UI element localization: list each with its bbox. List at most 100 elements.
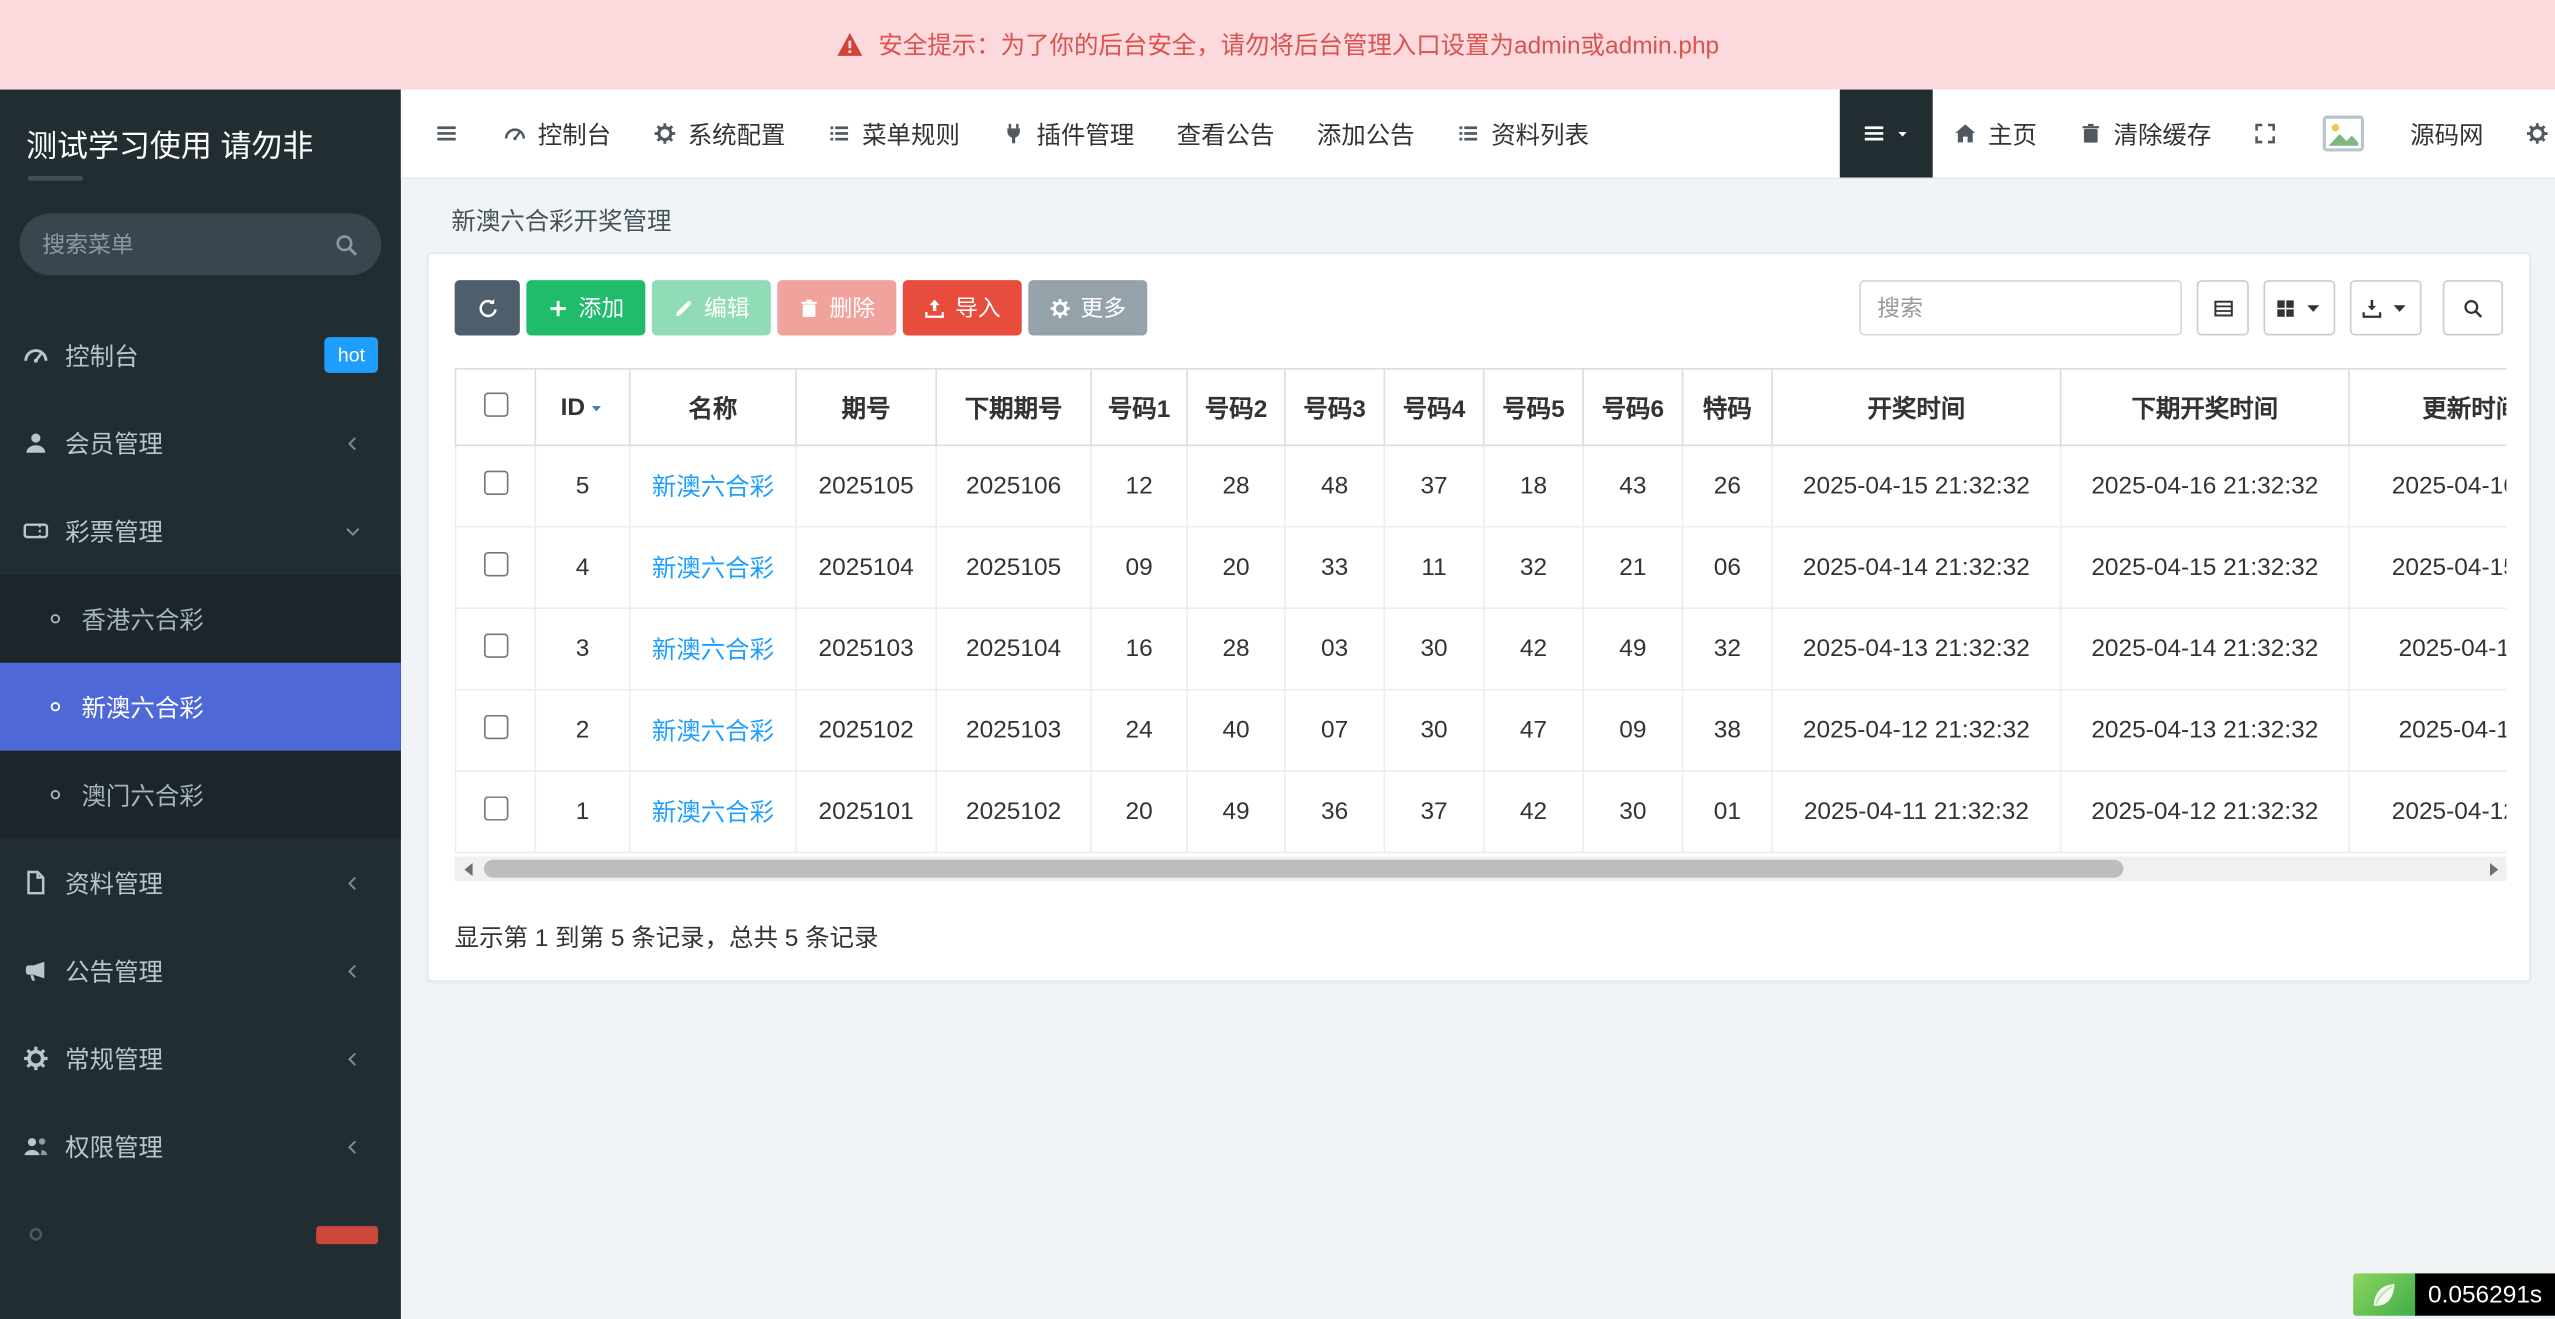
user-avatar[interactable] (2298, 90, 2389, 178)
nav-plugin-management[interactable]: 插件管理 (981, 90, 1155, 178)
select-all-header[interactable] (455, 369, 535, 446)
user-icon (23, 430, 49, 456)
cell-n4: 37 (1384, 771, 1483, 852)
table-row: 3 新澳六合彩 2025103 2025104 16 28 03 30 42 4… (455, 608, 2506, 689)
sidebar-item-dashboard[interactable]: 控制台 hot (0, 311, 401, 399)
sidebar-item-xinao-lottery[interactable]: 新澳六合彩 (0, 663, 401, 751)
row-checkbox[interactable] (483, 633, 507, 657)
cell-next-draw-time: 2025-04-13 21:32:32 (2061, 690, 2349, 771)
cell-special: 06 (1683, 527, 1773, 608)
cell-issue: 2025102 (796, 690, 936, 771)
cell-n2: 28 (1187, 445, 1285, 526)
cell-n2: 20 (1187, 527, 1285, 608)
cell-name-link[interactable]: 新澳六合彩 (630, 608, 796, 689)
column-header-next-draw-time[interactable]: 下期开奖时间 (2061, 369, 2349, 446)
trace-toggle-button[interactable] (2353, 1273, 2415, 1315)
export-dropdown-button[interactable] (2350, 280, 2422, 335)
sidebar-item-lottery[interactable]: 彩票管理 (0, 487, 401, 575)
sidebar-item-data[interactable]: 资料管理 (0, 839, 401, 927)
cell-name-link[interactable]: 新澳六合彩 (630, 445, 796, 526)
row-checkbox[interactable] (483, 552, 507, 576)
row-checkbox[interactable] (483, 715, 507, 739)
column-header-update-time[interactable]: 更新时间 (2349, 369, 2506, 446)
toggle-view-button[interactable] (2197, 280, 2249, 335)
sidebar-item-members[interactable]: 会员管理 (0, 399, 401, 487)
fullscreen-button[interactable] (2233, 90, 2298, 178)
sidebar-item-general[interactable]: 常规管理 (0, 1014, 401, 1102)
cell-name-link[interactable]: 新澳六合彩 (630, 527, 796, 608)
cell-name-link[interactable]: 新澳六合彩 (630, 690, 796, 771)
settings-gear-button[interactable] (2505, 90, 2555, 178)
select-all-checkbox[interactable] (483, 392, 507, 416)
cell-id: 3 (535, 608, 630, 689)
import-button[interactable]: 导入 (903, 280, 1022, 335)
table-search-input[interactable] (1859, 280, 2182, 335)
nav-source-site[interactable]: 源码网 (2389, 90, 2505, 178)
gear-icon (23, 1045, 49, 1071)
column-header-issue[interactable]: 期号 (796, 369, 936, 446)
search-button[interactable] (2443, 280, 2503, 335)
sidebar-item-label: 资料管理 (65, 865, 163, 899)
scrollbar-thumb[interactable] (484, 860, 2124, 878)
caret-down-icon (1895, 126, 1910, 141)
sidebar-item-hk-lottery[interactable]: 香港六合彩 (0, 575, 401, 663)
nav-home[interactable]: 主页 (1933, 90, 2059, 178)
nav-data-list[interactable]: 资料列表 (1436, 90, 1610, 178)
row-checkbox[interactable] (483, 796, 507, 820)
nav-label: 源码网 (2410, 116, 2483, 150)
more-button[interactable]: 更多 (1028, 280, 1147, 335)
edit-button[interactable]: 编辑 (652, 280, 771, 335)
nav-menu-rules[interactable]: 菜单规则 (807, 90, 981, 178)
column-header-n4[interactable]: 号码4 (1384, 369, 1483, 446)
cell-update-time: 2025-04-12 2 (2349, 690, 2506, 771)
chevron-left-icon (344, 1137, 362, 1155)
nav-dashboard[interactable]: 控制台 (482, 90, 632, 178)
sidebar-item-label: 彩票管理 (65, 514, 163, 548)
column-header-next-issue[interactable]: 下期期号 (936, 369, 1091, 446)
circle-icon (46, 697, 66, 717)
scroll-right-button[interactable] (2480, 857, 2506, 881)
column-header-special[interactable]: 特码 (1683, 369, 1773, 446)
sidebar-item-permissions[interactable]: 权限管理 (0, 1102, 401, 1190)
nav-view-announcement[interactable]: 查看公告 (1155, 90, 1295, 178)
scroll-left-button[interactable] (455, 857, 481, 881)
columns-dropdown-button[interactable] (2264, 280, 2336, 335)
sidebar-item-label: 权限管理 (65, 1129, 163, 1163)
menu-search-input[interactable] (42, 231, 321, 257)
nav-clear-cache[interactable]: 清除缓存 (2058, 90, 2232, 178)
column-header-name[interactable]: 名称 (630, 369, 796, 446)
gauge-icon (504, 122, 527, 145)
add-button[interactable]: 添加 (526, 280, 645, 335)
gear-icon (2526, 122, 2549, 145)
cell-n6: 43 (1583, 445, 1682, 526)
sidebar-item-label: 控制台 (65, 338, 138, 372)
sidebar-item-label: 公告管理 (65, 953, 163, 987)
column-header-n5[interactable]: 号码5 (1484, 369, 1583, 446)
delete-button[interactable]: 删除 (777, 280, 896, 335)
refresh-button[interactable] (455, 280, 520, 335)
expand-icon (2254, 122, 2277, 145)
security-banner: 安全提示：为了你的后台安全，请勿将后台管理入口设置为admin或admin.ph… (0, 0, 2555, 90)
cell-name-link[interactable]: 新澳六合彩 (630, 771, 796, 852)
cell-next-draw-time: 2025-04-14 21:32:32 (2061, 608, 2349, 689)
column-header-n6[interactable]: 号码6 (1583, 369, 1682, 446)
cell-n3: 07 (1285, 690, 1384, 771)
cell-n1: 24 (1091, 690, 1187, 771)
nav-system-config[interactable]: 系统配置 (632, 90, 806, 178)
column-header-n3[interactable]: 号码3 (1285, 369, 1384, 446)
row-checkbox[interactable] (483, 471, 507, 495)
cell-draw-time: 2025-04-13 21:32:32 (1772, 608, 2060, 689)
sidebar-item-partial[interactable] (0, 1190, 401, 1278)
cell-next-issue: 2025105 (936, 527, 1091, 608)
sidebar-item-macau-lottery[interactable]: 澳门六合彩 (0, 751, 401, 839)
scrollbar-track[interactable] (481, 857, 2481, 881)
nav-menu-dropdown[interactable] (1840, 90, 1933, 178)
column-header-id[interactable]: ID (535, 369, 630, 446)
sidebar-item-announcement[interactable]: 公告管理 (0, 927, 401, 1015)
column-header-n1[interactable]: 号码1 (1091, 369, 1187, 446)
sidebar-toggle-button[interactable] (411, 90, 483, 178)
column-header-draw-time[interactable]: 开奖时间 (1772, 369, 2060, 446)
cell-n2: 49 (1187, 771, 1285, 852)
column-header-n2[interactable]: 号码2 (1187, 369, 1285, 446)
nav-add-announcement[interactable]: 添加公告 (1296, 90, 1436, 178)
